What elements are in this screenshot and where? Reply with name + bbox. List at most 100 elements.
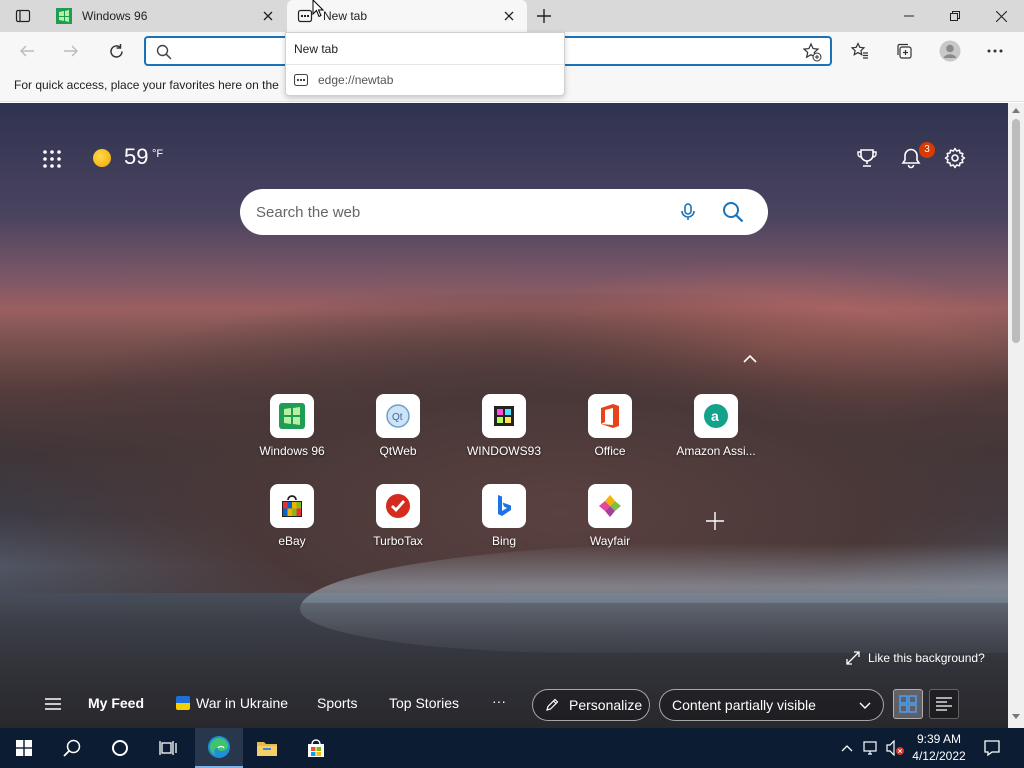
cortana-circle-icon — [112, 740, 128, 756]
tile-label: WINDOWS93 — [466, 444, 541, 458]
favorites-button[interactable] — [845, 36, 875, 66]
show-hidden-icons-button[interactable] — [838, 728, 856, 768]
new-tab-button[interactable] — [533, 4, 555, 28]
search-icon — [63, 739, 81, 757]
maximize-button[interactable] — [932, 0, 978, 32]
profile-button[interactable] — [935, 36, 965, 66]
start-button[interactable] — [0, 728, 48, 768]
taskbar-clock[interactable]: 9:39 AM 4/12/2022 — [904, 731, 974, 765]
close-icon — [504, 11, 514, 21]
weather-sun-icon[interactable] — [93, 149, 111, 167]
svg-text:a: a — [711, 408, 719, 424]
scrollbar-thumb[interactable] — [1012, 119, 1020, 343]
windows96-icon — [279, 403, 305, 429]
plus-icon — [537, 9, 551, 23]
rewards-trophy-icon[interactable] — [856, 147, 878, 169]
personalize-button[interactable]: Personalize — [532, 689, 650, 721]
mouse-cursor-icon — [312, 0, 324, 18]
feed-tab-sports[interactable]: Sports — [317, 695, 357, 711]
network-tray-button[interactable] — [860, 728, 882, 768]
windows-taskbar: 9:39 AM 4/12/2022 — [0, 728, 1024, 768]
web-search-box[interactable]: Search the web — [240, 189, 768, 235]
tile-label: Wayfair — [589, 534, 631, 548]
new-tab-page: 59 °F 3 Search the web Windows 96 Qt QtW… — [0, 103, 1008, 728]
feed-more-button[interactable]: ··· — [492, 693, 506, 709]
content-visibility-label: Content partially visible — [672, 697, 816, 713]
scroll-up-arrow-icon[interactable] — [1012, 107, 1020, 113]
suggestion-header[interactable]: New tab — [294, 42, 338, 56]
add-favorite-icon[interactable] — [802, 42, 822, 62]
bing-icon — [498, 495, 511, 516]
back-button[interactable] — [12, 36, 42, 66]
like-background-link[interactable]: Like this background? — [846, 651, 985, 665]
quick-link-office[interactable]: Office — [560, 394, 660, 470]
newtab-favicon-icon — [297, 9, 313, 23]
microphone-icon[interactable] — [678, 202, 698, 222]
taskbar-search-button[interactable] — [48, 728, 96, 768]
feed-tab-top-stories[interactable]: Top Stories — [389, 695, 459, 711]
quick-link-windows93[interactable]: WINDOWS93 — [454, 394, 554, 470]
action-center-button[interactable] — [976, 728, 1008, 768]
divider — [286, 64, 564, 65]
collections-button[interactable] — [889, 36, 919, 66]
tile-icon-box — [270, 394, 314, 438]
tile-label: Bing — [491, 534, 517, 548]
content-visibility-dropdown[interactable]: Content partially visible — [659, 689, 884, 721]
grid-layout-icon — [899, 695, 917, 713]
tab-close-button[interactable] — [501, 8, 517, 24]
clock-date: 4/12/2022 — [912, 749, 966, 763]
quick-link-bing[interactable]: Bing — [454, 484, 554, 560]
refresh-button[interactable] — [101, 36, 131, 66]
tab-windows-96[interactable]: Windows 96 — [46, 0, 286, 32]
quick-link-wayfair[interactable]: Wayfair — [560, 484, 660, 560]
task-view-icon — [159, 741, 177, 755]
tile-icon-box — [482, 484, 526, 528]
taskbar-store-button[interactable] — [292, 728, 340, 768]
pencil-icon — [546, 698, 559, 711]
suggestion-item[interactable]: edge://newtab — [294, 73, 393, 87]
taskbar-edge-button[interactable] — [195, 728, 243, 768]
quick-link-turbotax[interactable]: TurboTax — [348, 484, 448, 560]
quick-link-ebay[interactable]: eBay — [242, 484, 342, 560]
minimize-button[interactable] — [886, 0, 932, 32]
tile-icon-box — [588, 394, 632, 438]
settings-more-button[interactable] — [980, 36, 1010, 66]
weather-temperature[interactable]: 59 — [124, 144, 148, 170]
task-view-button[interactable] — [144, 728, 192, 768]
quick-link-windows-96[interactable]: Windows 96 — [242, 394, 342, 470]
gear-icon[interactable] — [944, 147, 966, 169]
favorites-icon — [851, 42, 868, 59]
back-arrow-icon — [20, 45, 34, 57]
tile-label: eBay — [278, 534, 306, 548]
tab-strip: Windows 96 New tab — [0, 0, 1024, 32]
grid-layout-button[interactable] — [893, 689, 923, 719]
scroll-down-arrow-icon[interactable] — [1012, 714, 1020, 720]
tab-close-button[interactable] — [260, 8, 276, 24]
tab-actions-button[interactable] — [8, 4, 38, 28]
hamburger-menu-icon[interactable] — [44, 696, 62, 712]
app-launcher-icon[interactable] — [42, 149, 62, 169]
minimize-icon — [904, 15, 914, 17]
volume-tray-button[interactable] — [884, 728, 906, 768]
address-suggestions-dropdown: New tab edge://newtab — [285, 32, 565, 96]
expand-icon — [846, 651, 860, 665]
forward-button[interactable] — [56, 36, 86, 66]
taskbar-file-explorer-button[interactable] — [243, 728, 291, 768]
windows96-favicon-icon — [56, 8, 72, 24]
feed-navigation-bar: My Feed War in Ukraine Sports Top Storie… — [0, 683, 1008, 727]
windows93-icon — [494, 406, 514, 426]
forward-arrow-icon — [64, 45, 78, 57]
feed-tab-war-in-ukraine[interactable]: War in Ukraine — [176, 695, 288, 711]
tab-title: New tab — [323, 9, 368, 23]
feed-tab-my-feed[interactable]: My Feed — [88, 695, 144, 711]
search-icon[interactable] — [722, 201, 744, 223]
quick-link-qtweb[interactable]: Qt QtWeb — [348, 394, 448, 470]
cortana-button[interactable] — [96, 728, 144, 768]
chevron-up-icon[interactable] — [742, 353, 758, 365]
list-layout-button[interactable] — [929, 689, 959, 719]
quick-link-amazon-assistant[interactable]: a Amazon Assi... — [666, 394, 766, 470]
add-shortcut-icon[interactable] — [704, 510, 726, 532]
page-scrollbar[interactable] — [1008, 103, 1024, 728]
close-window-button[interactable] — [978, 0, 1024, 32]
tile-icon-box — [482, 394, 526, 438]
